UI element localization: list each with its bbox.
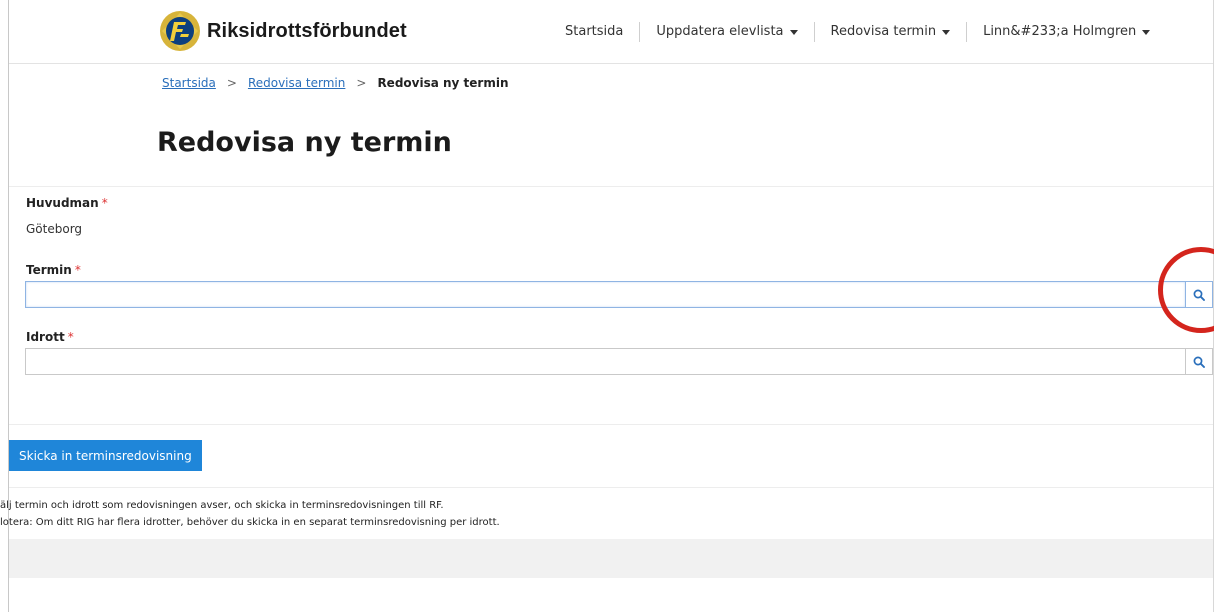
breadcrumb: Startsida > Redovisa termin > Redovisa n… xyxy=(162,76,509,90)
section-divider xyxy=(9,424,1213,425)
termin-search-button[interactable] xyxy=(1185,281,1213,308)
required-marker: * xyxy=(101,196,108,210)
required-marker: * xyxy=(74,263,81,277)
section-divider xyxy=(9,186,1213,187)
top-header: Riksidrottsförbundet Startsida Uppdatera… xyxy=(9,0,1213,64)
nav-startsida[interactable]: Startsida xyxy=(549,22,639,42)
info-line: lotera: Om ditt RIG har flera idrotter, … xyxy=(0,517,500,528)
huvudman-label: Huvudman * xyxy=(26,196,108,210)
rf-logo-icon xyxy=(160,11,200,51)
footer-band xyxy=(9,539,1213,578)
page-title: Redovisa ny termin xyxy=(157,127,452,158)
submit-terminsredovisning-button[interactable]: Skicka in terminsredovisning xyxy=(9,440,202,471)
nav-user-menu[interactable]: Linn&#233;a Holmgren xyxy=(967,22,1166,42)
termin-input[interactable] xyxy=(25,281,1185,308)
logo[interactable]: Riksidrottsförbundet xyxy=(159,10,407,52)
chevron-down-icon xyxy=(942,29,951,35)
idrott-search-button[interactable] xyxy=(1185,348,1213,375)
idrott-label: Idrott * xyxy=(26,330,74,344)
required-marker: * xyxy=(67,330,74,344)
idrott-field-row xyxy=(25,348,1213,375)
nav-label: Linn&#233;a Holmgren xyxy=(983,24,1137,39)
nav-label: Redovisa termin xyxy=(830,24,937,39)
nav-label: Startsida xyxy=(565,24,624,39)
nav-uppdatera-elevlista[interactable]: Uppdatera elevlista xyxy=(640,22,813,42)
huvudman-label-text: Huvudman xyxy=(26,196,99,210)
logo-text: Riksidrottsförbundet xyxy=(207,19,407,42)
breadcrumb-separator: > xyxy=(356,76,367,90)
idrott-label-text: Idrott xyxy=(26,330,65,344)
search-icon xyxy=(1193,356,1205,368)
nav-label: Uppdatera elevlista xyxy=(656,24,784,39)
chevron-down-icon xyxy=(789,29,798,35)
info-line: älj termin och idrott som redovisningen … xyxy=(0,500,444,511)
nav-redovisa-termin[interactable]: Redovisa termin xyxy=(815,22,967,42)
termin-label: Termin * xyxy=(26,263,81,277)
idrott-input[interactable] xyxy=(25,348,1185,375)
chevron-down-icon xyxy=(1142,29,1151,35)
termin-field-row xyxy=(25,281,1213,308)
termin-label-text: Termin xyxy=(26,263,72,277)
main-nav: Startsida Uppdatera elevlista Redovisa t… xyxy=(549,22,1166,42)
section-divider xyxy=(9,487,1213,488)
info-text: älj termin och idrott som redovisningen … xyxy=(0,497,500,531)
huvudman-value: Göteborg xyxy=(26,222,83,236)
search-icon xyxy=(1193,289,1205,301)
breadcrumb-separator: > xyxy=(226,76,237,90)
breadcrumb-link-redovisa-termin[interactable]: Redovisa termin xyxy=(248,76,345,90)
breadcrumb-current: Redovisa ny termin xyxy=(377,76,509,90)
breadcrumb-link-startsida[interactable]: Startsida xyxy=(162,76,216,90)
